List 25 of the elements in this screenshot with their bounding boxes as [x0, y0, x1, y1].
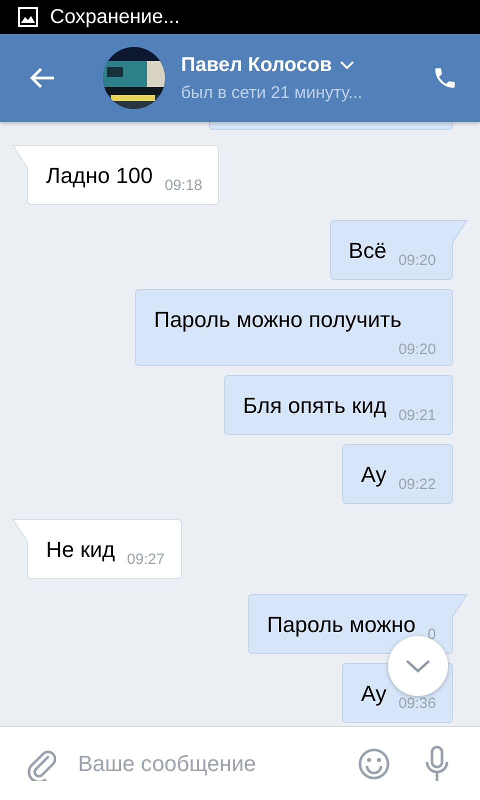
last-seen-text: был в сети 21 минуту... [181, 82, 364, 102]
status-text: Сохранение... [50, 6, 180, 28]
message-text: Пароль можно [266, 611, 416, 639]
smiley-icon[interactable] [358, 748, 390, 780]
message-time: 09:21 [398, 407, 436, 424]
message-time: 09:20 [398, 341, 436, 358]
message-time: 0 [428, 626, 436, 643]
message-time: 09:22 [398, 476, 436, 493]
message-time: 09:27 [127, 551, 165, 568]
back-arrow-icon[interactable] [29, 67, 55, 89]
message-time: 09:18 [164, 177, 202, 194]
message-text: Ладно 100 [46, 162, 153, 190]
message-time: 09:36 [398, 695, 436, 712]
chevron-down-icon [405, 659, 431, 673]
message-text: Ау [361, 680, 386, 708]
chevron-down-icon[interactable] [340, 60, 354, 70]
message-text: Пароль можно получить [154, 306, 402, 334]
message-text: Бля опять кид [242, 392, 386, 420]
microphone-icon[interactable] [424, 744, 450, 782]
image-icon [18, 7, 38, 27]
contact-name[interactable]: Павел Колосов [181, 54, 332, 76]
message-text: Не кид [46, 536, 115, 564]
message-text: Ау [361, 461, 386, 489]
message-time: 09:20 [398, 252, 436, 269]
message-text: Всё [348, 237, 386, 265]
